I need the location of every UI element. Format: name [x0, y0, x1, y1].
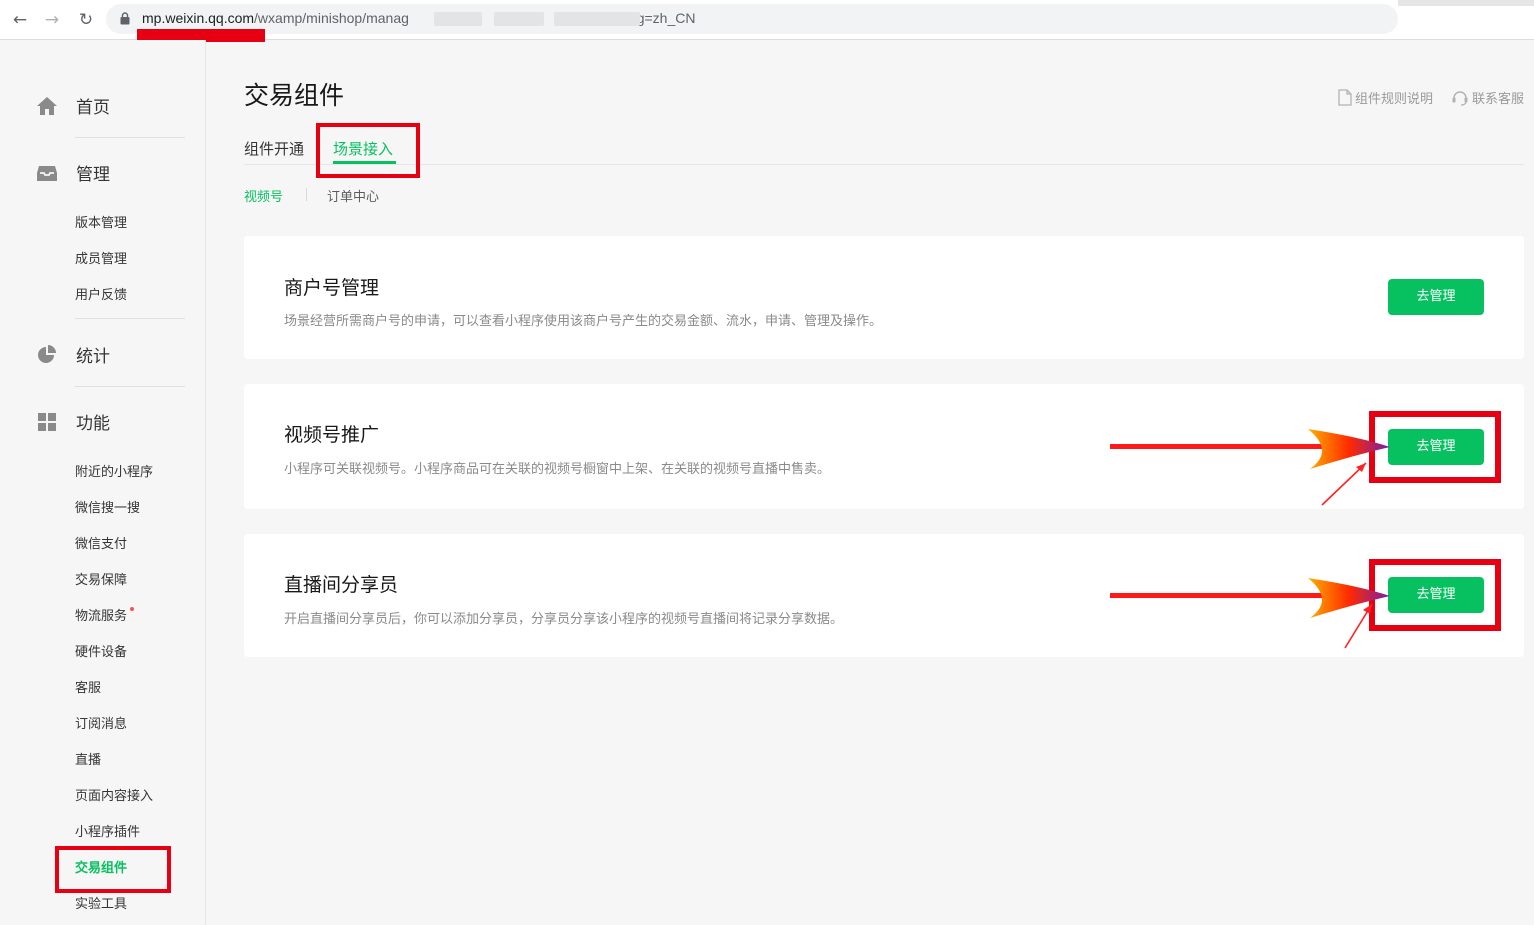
page-title: 交易组件: [244, 81, 345, 110]
header-links: 组件规则说明 联系客服: [1320, 88, 1524, 107]
redacted-segment: [434, 12, 482, 26]
contact-service-link[interactable]: 联系客服: [1451, 88, 1524, 107]
subtab-order-center[interactable]: 订单中心: [327, 186, 379, 205]
sidebar-item-plugins[interactable]: 小程序插件: [75, 821, 140, 840]
sidebar-item-service[interactable]: 客服: [75, 677, 101, 696]
sidebar-group-manage[interactable]: 管理: [36, 160, 110, 185]
sidebar-item-pay[interactable]: 微信支付: [75, 533, 127, 552]
grid-icon: [38, 412, 56, 431]
card-title: 商户号管理: [284, 277, 380, 299]
sidebar-group-label: 统计: [76, 347, 110, 367]
inbox-icon: [37, 165, 57, 181]
headset-icon: [1452, 91, 1468, 106]
address-bar[interactable]: mp.weixin.qq.com/wxamp/minishop/manag ng=…: [106, 4, 1398, 34]
home-icon: [37, 96, 57, 115]
new-dot-badge: [130, 607, 135, 611]
sidebar-group-label: 首页: [76, 98, 110, 118]
sidebar-item-subscribe[interactable]: 订阅消息: [75, 713, 127, 732]
pie-chart-icon: [38, 344, 56, 363]
url-domain: mp.weixin.qq.com: [142, 10, 255, 26]
sidebar-group-label: 功能: [76, 414, 110, 434]
reload-icon[interactable]: ↻: [75, 9, 97, 31]
sidebar-item-hardware[interactable]: 硬件设备: [75, 641, 127, 660]
sidebar-item-lab-tools[interactable]: 实验工具: [75, 893, 127, 912]
lock-icon: [120, 12, 130, 25]
rules-link-label: 组件规则说明: [1354, 92, 1433, 107]
card-description: 小程序可关联视频号。小程序商品可在关联的视频号橱窗中上架、在关联的视频号直播中售…: [284, 462, 831, 477]
window-edge: [1398, 0, 1534, 6]
sidebar-group-features[interactable]: 功能: [36, 409, 110, 434]
tab-bar: 组件开通 场景接入: [244, 132, 1524, 165]
sidebar-group-label: 管理: [76, 165, 110, 185]
sidebar-item-label: 物流服务: [75, 609, 128, 624]
sidebar-item-live[interactable]: 直播: [75, 749, 101, 768]
annotation-highlight-box: [55, 846, 171, 893]
subtab-separator: [306, 188, 307, 201]
manage-merchant-button[interactable]: 去管理: [1388, 279, 1484, 315]
sidebar-divider: [75, 318, 185, 319]
forward-icon[interactable]: →: [41, 9, 63, 31]
document-icon: [1338, 89, 1352, 106]
sidebar-item-page-content[interactable]: 页面内容接入: [75, 785, 153, 804]
redacted-segment: [494, 12, 544, 26]
sidebar-divider: [75, 137, 185, 138]
contact-service-label: 联系客服: [1471, 92, 1524, 107]
sidebar-divider: [75, 386, 185, 387]
sidebar-item-version[interactable]: 版本管理: [75, 212, 127, 231]
sidebar-group-stats[interactable]: 统计: [36, 342, 110, 367]
tab-enable[interactable]: 组件开通: [244, 138, 304, 159]
subtab-channels[interactable]: 视频号: [244, 186, 283, 205]
sidebar-item-guarantee[interactable]: 交易保障: [75, 569, 127, 588]
sidebar-group-home[interactable]: 首页: [36, 93, 110, 118]
rules-link[interactable]: 组件规则说明: [1338, 88, 1433, 107]
sidebar-item-nearby[interactable]: 附近的小程序: [75, 461, 153, 480]
card-merchant: 商户号管理 场景经营所需商户号的申请，可以查看小程序使用该商户号产生的交易金额、…: [244, 236, 1524, 359]
card-description: 场景经营所需商户号的申请，可以查看小程序使用该商户号产生的交易金额、流水，申请、…: [284, 314, 883, 329]
annotation-arrow: [1110, 429, 1390, 506]
sidebar-item-logistics[interactable]: 物流服务: [75, 605, 135, 624]
card-description: 开启直播间分享员后，你可以添加分享员，分享员分享该小程序的视频号直播间将记录分享…: [284, 612, 844, 627]
sidebar-item-feedback[interactable]: 用户反馈: [75, 284, 127, 303]
redacted-segment: [554, 12, 640, 26]
sidebar-item-members[interactable]: 成员管理: [75, 248, 127, 267]
back-icon[interactable]: ←: [9, 9, 31, 31]
sidebar-item-search[interactable]: 微信搜一搜: [75, 497, 140, 516]
url-path: /wxamp/minishop/manag: [254, 10, 409, 26]
annotation-highlight-box: [316, 123, 420, 178]
card-title: 视频号推广: [284, 424, 380, 446]
annotation-arrow: [1110, 578, 1390, 649]
card-title: 直播间分享员: [284, 574, 399, 596]
